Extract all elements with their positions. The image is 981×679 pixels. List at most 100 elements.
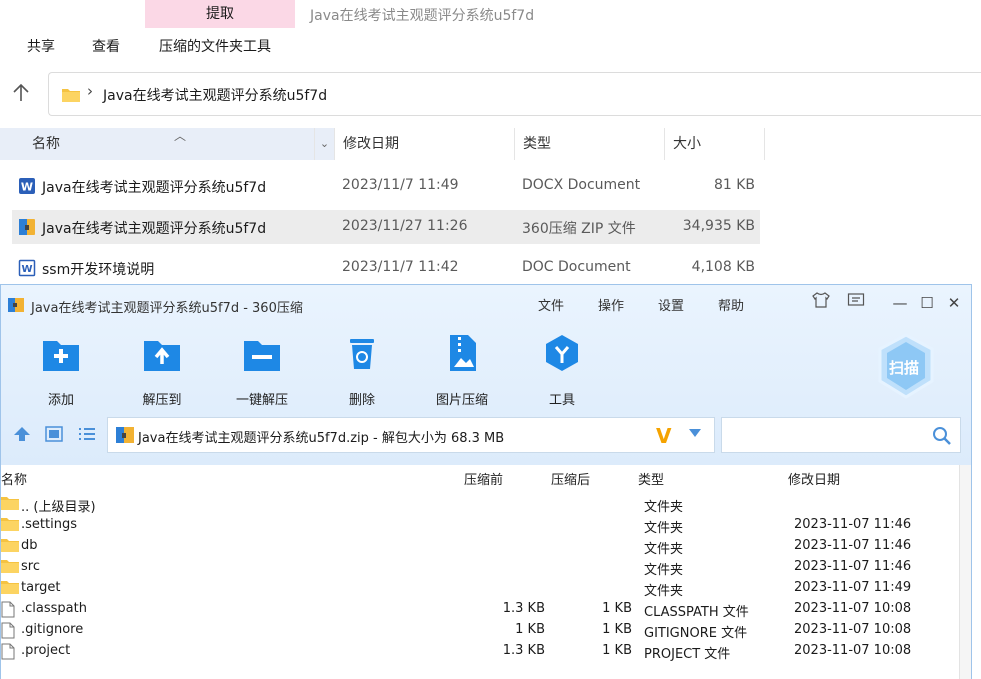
zip-window: Java在线考试主观题评分系统u5f7d - 360压缩 文件 操作 设置 帮助…: [0, 284, 972, 679]
feedback-icon[interactable]: [844, 291, 868, 315]
archive-entry-type: 文件夹: [644, 584, 684, 599]
up-arrow-icon[interactable]: [10, 82, 32, 104]
archive-file-row[interactable]: .classpath 1.3 KB 1 KB CLASSPATH 文件 2023-11-…: [1, 599, 961, 620]
up-level-icon[interactable]: [13, 426, 31, 442]
archive-file-row[interactable]: .project 1.3 KB 1 KB PROJECT 文件 2023-11-07 1…: [1, 641, 961, 662]
col-before[interactable]: 压缩前: [464, 469, 503, 488]
tool-label: 图片压缩: [435, 393, 488, 408]
archive-entry-type: GITIGNORE 文件: [644, 626, 748, 641]
archive-entry-before: 1.3 KB: [502, 601, 545, 616]
thumbnail-view-icon[interactable]: [45, 426, 63, 442]
svg-text:W: W: [21, 264, 32, 275]
column-date[interactable]: 修改日期: [335, 128, 515, 160]
archive-folder-row[interactable]: .settings 文件夹 2023-11-07 11:46: [1, 515, 961, 536]
scan-label: 扫描: [889, 359, 920, 377]
tool-add-button[interactable]: 添加: [21, 333, 101, 408]
list-view-icon[interactable]: [78, 426, 96, 442]
archive-entry-date: 2023-11-07 11:49: [794, 580, 912, 595]
file-size: 34,935 KB: [682, 218, 755, 234]
zip-menu-help[interactable]: 帮助: [718, 295, 744, 314]
file-size: 81 KB: [713, 177, 755, 193]
dropdown-arrow-icon[interactable]: [688, 428, 702, 438]
column-dropdown-icon[interactable]: ⌄: [315, 128, 335, 160]
address-text: Java在线考试主观题评分系统u5f7d: [103, 88, 328, 104]
zip-menu-settings[interactable]: 设置: [658, 295, 684, 314]
column-type[interactable]: 类型: [515, 128, 665, 160]
archive-entry-type: PROJECT 文件: [644, 647, 731, 662]
archive-entry-type: 文件夹: [644, 500, 684, 515]
folder-icon: [1, 517, 19, 535]
zip-menu-operate[interactable]: 操作: [598, 295, 624, 314]
file-row[interactable]: W Java在线考试主观题评分系统u5f7d 2023/11/7 11:49 D…: [12, 169, 760, 203]
file-row-selected[interactable]: Java在线考试主观题评分系统u5f7d 2023/11/27 11:26 36…: [12, 210, 760, 244]
archive-entry-name: .. (上级目录): [21, 500, 96, 515]
maximize-icon[interactable]: ☐: [915, 291, 939, 315]
minimize-icon[interactable]: —: [888, 291, 912, 315]
col-date[interactable]: 修改日期: [788, 469, 840, 488]
menu-view[interactable]: 查看: [92, 36, 120, 56]
archive-entry-name: target: [21, 580, 61, 595]
file-icon: [1, 622, 15, 643]
archive-path-text: Java在线考试主观题评分系统u5f7d.zip - 解包大小为 68.3 MB: [138, 431, 505, 446]
file-name: Java在线考试主观题评分系统u5f7d: [42, 180, 267, 196]
archive-entry-after: 1 KB: [602, 601, 632, 616]
skin-icon[interactable]: [809, 291, 833, 315]
image-compress-icon: [450, 335, 476, 371]
column-size[interactable]: 大小: [665, 128, 765, 160]
archive-search-field[interactable]: [721, 417, 961, 453]
file-icon: [1, 601, 15, 622]
tool-label: 工具: [548, 393, 575, 408]
col-type[interactable]: 类型: [638, 469, 664, 488]
col-after[interactable]: 压缩后: [551, 469, 590, 488]
ribbon-tab-extract[interactable]: 提取: [145, 0, 295, 28]
tool-tools-button[interactable]: 工具: [522, 333, 602, 408]
add-icon: [43, 341, 79, 371]
archive-entry-name: .classpath: [21, 601, 87, 616]
vip-v-badge[interactable]: V: [656, 424, 671, 448]
tool-delete-button[interactable]: 删除: [322, 333, 402, 408]
folder-icon: [1, 580, 19, 598]
tool-image-compress-button[interactable]: 图片压缩: [422, 333, 502, 408]
close-icon[interactable]: ✕: [942, 291, 966, 315]
address-bar[interactable]: › Java在线考试主观题评分系统u5f7d: [48, 72, 981, 116]
archive-folder-row[interactable]: target 文件夹 2023-11-07 11:49: [1, 578, 961, 599]
file-name: ssm开发环境说明: [42, 262, 155, 278]
vertical-scrollbar[interactable]: [959, 465, 971, 679]
col-name[interactable]: 名称: [1, 469, 27, 488]
zip-menu-file[interactable]: 文件: [538, 295, 564, 314]
archive-path-bar[interactable]: Java在线考试主观题评分系统u5f7d.zip - 解包大小为 68.3 MB…: [107, 417, 715, 453]
scan-button[interactable]: 扫描: [877, 333, 935, 399]
archive-folder-row[interactable]: .. (上级目录) 文件夹: [1, 494, 961, 515]
archive-entry-before: 1 KB: [515, 622, 545, 637]
window-title: Java在线考试主观题评分系统u5f7d: [310, 8, 535, 24]
folder-icon: [62, 89, 80, 102]
extract-to-icon: [144, 341, 180, 371]
zip-archive-icon: [116, 427, 134, 443]
menu-share[interactable]: 共享: [27, 36, 55, 56]
app-360zip-icon: [8, 298, 24, 312]
folder-icon: [1, 496, 19, 514]
file-type: DOCX Document: [522, 177, 641, 193]
column-name[interactable]: ︿ 名称: [0, 128, 315, 160]
tools-icon: [546, 335, 578, 371]
archive-entry-name: .project: [21, 643, 71, 658]
search-icon[interactable]: [932, 426, 952, 446]
sort-ascending-icon: ︿: [174, 129, 187, 143]
file-date: 2023/11/7 11:42: [342, 259, 459, 275]
archive-entry-type: 文件夹: [644, 521, 684, 536]
archive-file-list: 名称 压缩前 压缩后 类型 修改日期 .. (上级目录) 文件夹 .settings…: [1, 465, 971, 679]
tool-label: 一键解压: [235, 393, 288, 408]
file-row[interactable]: W ssm开发环境说明 2023/11/7 11:42 DOC Document…: [12, 251, 760, 285]
word-docx-icon: W: [19, 178, 35, 194]
tool-label: 添加: [47, 393, 74, 408]
archive-folder-row[interactable]: src 文件夹 2023-11-07 11:46: [1, 557, 961, 578]
file-date: 2023/11/27 11:26: [342, 218, 468, 234]
tool-extract-to-button[interactable]: 解压到: [122, 333, 202, 408]
tool-one-click-extract-button[interactable]: 一键解压: [222, 333, 302, 408]
menu-compressed-folder-tools[interactable]: 压缩的文件夹工具: [159, 36, 271, 56]
column-header-row: ︿ 名称 ⌄ 修改日期 类型 大小: [0, 128, 765, 160]
archive-folder-row[interactable]: db 文件夹 2023-11-07 11:46: [1, 536, 961, 557]
archive-file-row[interactable]: .gitignore 1 KB 1 KB GITIGNORE 文件 2023-11-07…: [1, 620, 961, 641]
zip-window-title: Java在线考试主观题评分系统u5f7d - 360压缩: [31, 301, 303, 316]
chevron-right-icon[interactable]: ›: [87, 82, 93, 100]
